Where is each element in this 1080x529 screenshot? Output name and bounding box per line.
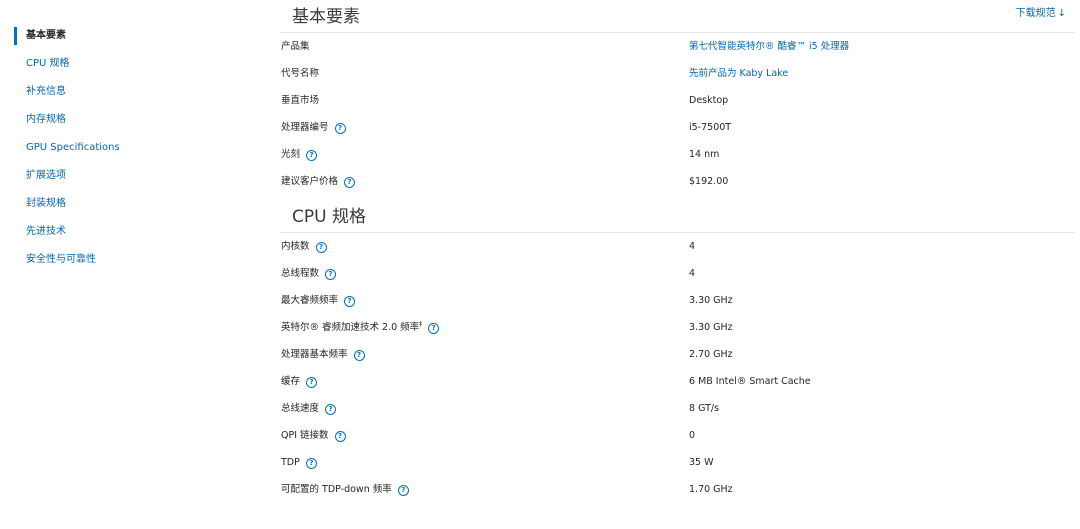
spec-row: QPI 链接数? 0 [281, 422, 1075, 449]
spec-row: 内核数? 4 [281, 233, 1075, 260]
spec-row: 可配置的 TDP-down 频率? 1.70 GHz [281, 476, 1075, 503]
section-title-cpu-specs: CPU 规格 [281, 200, 1075, 233]
sidebar-item-security[interactable]: 安全性与可靠性 [14, 246, 244, 274]
spec-label: 代号名称 [281, 68, 320, 79]
sidebar-item-expansion[interactable]: 扩展选项 [14, 162, 244, 190]
sidebar-nav: 基本要素 CPU 规格 补充信息 内存规格 GPU Specifications… [14, 22, 244, 274]
spec-row: 垂直市场 Desktop [281, 87, 1075, 114]
help-icon[interactable]: ? [305, 458, 317, 469]
sidebar-item-package[interactable]: 封装规格 [14, 190, 244, 218]
help-icon[interactable]: ? [306, 377, 318, 388]
spec-value: 1.70 GHz [689, 484, 733, 495]
spec-value: 8 GT/s [689, 403, 720, 414]
spec-label: 产品集 [281, 41, 310, 52]
spec-label: 总线程数? [281, 260, 337, 287]
help-icon[interactable]: ? [334, 123, 346, 134]
sidebar-item-memory-specs[interactable]: 内存规格 [14, 106, 244, 134]
cpu-spec-list: 内核数? 4 总线程数? 4 最大睿频频率? 3.30 GHz 英特尔® 睿频加… [281, 233, 1075, 503]
help-icon[interactable]: ? [334, 431, 346, 442]
spec-label: 建议客户价格? [281, 168, 356, 195]
sidebar-item-supplemental[interactable]: 补充信息 [14, 78, 244, 106]
spec-value: $192.00 [689, 176, 729, 187]
sidebar-item-label: 封装规格 [26, 198, 66, 209]
spec-label: 处理器基本频率? [281, 341, 365, 368]
section-title-essentials: 基本要素 [281, 0, 1075, 33]
spec-label: 缓存? [281, 368, 318, 395]
spec-content: 基本要素 产品集 第七代智能英特尔® 酷睿™ i5 处理器 代号名称 先前产品为… [281, 0, 1075, 503]
spec-label: 英特尔® 睿频加速技术 2.0 频率‡? [281, 314, 440, 341]
spec-row: 代号名称 先前产品为 Kaby Lake [281, 60, 1075, 87]
essentials-spec-list: 产品集 第七代智能英特尔® 酷睿™ i5 处理器 代号名称 先前产品为 Kaby… [281, 33, 1075, 195]
spec-value: i5-7500T [689, 122, 732, 133]
product-spec-page: 下载规范 ↓ 基本要素 CPU 规格 补充信息 内存规格 GPU Specific… [0, 0, 1080, 529]
help-icon[interactable]: ? [306, 150, 318, 161]
spec-label: 垂直市场 [281, 95, 320, 106]
sidebar-item-label: 基本要素 [26, 30, 66, 41]
sidebar-item-label: 扩展选项 [26, 170, 66, 181]
spec-value: 6 MB Intel® Smart Cache [689, 376, 811, 387]
sidebar-item-label: GPU Specifications [26, 142, 120, 153]
spec-value: 4 [689, 241, 696, 252]
sidebar-item-essentials[interactable]: 基本要素 [14, 22, 244, 50]
help-icon[interactable]: ? [344, 296, 356, 307]
help-icon[interactable]: ? [428, 323, 440, 334]
spec-label: 最大睿频频率? [281, 287, 356, 314]
spec-value: Desktop [689, 95, 729, 106]
spec-value: 14 nm [689, 149, 720, 160]
spec-label: 总线速度? [281, 395, 337, 422]
sidebar-item-cpu-specs[interactable]: CPU 规格 [14, 50, 244, 78]
footnote-mark: ‡ [419, 320, 423, 328]
help-icon[interactable]: ? [315, 242, 327, 253]
sidebar-item-label: 安全性与可靠性 [26, 254, 96, 265]
spec-label: 内核数? [281, 233, 327, 260]
spec-value: 0 [689, 430, 696, 441]
sidebar-item-advanced-tech[interactable]: 先进技术 [14, 218, 244, 246]
spec-label: QPI 链接数? [281, 422, 346, 449]
spec-value: 35 W [689, 457, 714, 468]
spec-row: 处理器基本频率? 2.70 GHz [281, 341, 1075, 368]
spec-label: TDP? [281, 449, 317, 476]
spec-row: 产品集 第七代智能英特尔® 酷睿™ i5 处理器 [281, 33, 1075, 60]
spec-value-link[interactable]: 第七代智能英特尔® 酷睿™ i5 处理器 [689, 33, 849, 60]
spec-row: 最大睿频频率? 3.30 GHz [281, 287, 1075, 314]
spec-row: 总线速度? 8 GT/s [281, 395, 1075, 422]
help-icon[interactable]: ? [325, 404, 337, 415]
spec-label: 可配置的 TDP-down 频率? [281, 476, 409, 503]
spec-row: 光刻? 14 nm [281, 141, 1075, 168]
spec-row: TDP? 35 W [281, 449, 1075, 476]
spec-label: 光刻? [281, 141, 318, 168]
spec-value: 3.30 GHz [689, 295, 733, 306]
help-icon[interactable]: ? [344, 177, 356, 188]
spec-row: 处理器编号? i5-7500T [281, 114, 1075, 141]
sidebar-item-gpu-specs[interactable]: GPU Specifications [14, 134, 244, 162]
help-icon[interactable]: ? [397, 485, 409, 496]
spec-row: 缓存? 6 MB Intel® Smart Cache [281, 368, 1075, 395]
spec-value: 3.30 GHz [689, 322, 733, 333]
sidebar-item-label: 内存规格 [26, 114, 66, 125]
sidebar-item-label: 补充信息 [26, 86, 66, 97]
spec-row: 总线程数? 4 [281, 260, 1075, 287]
spec-value: 2.70 GHz [689, 349, 733, 360]
spec-value: 4 [689, 268, 696, 279]
spec-row: 建议客户价格? $192.00 [281, 168, 1075, 195]
spec-row: 英特尔® 睿频加速技术 2.0 频率‡? 3.30 GHz [281, 314, 1075, 341]
spec-value-link[interactable]: 先前产品为 Kaby Lake [689, 60, 788, 87]
spec-label: 处理器编号? [281, 114, 346, 141]
sidebar-item-label: CPU 规格 [26, 58, 70, 69]
help-icon[interactable]: ? [325, 269, 337, 280]
sidebar-item-label: 先进技术 [26, 226, 66, 237]
help-icon[interactable]: ? [353, 350, 365, 361]
